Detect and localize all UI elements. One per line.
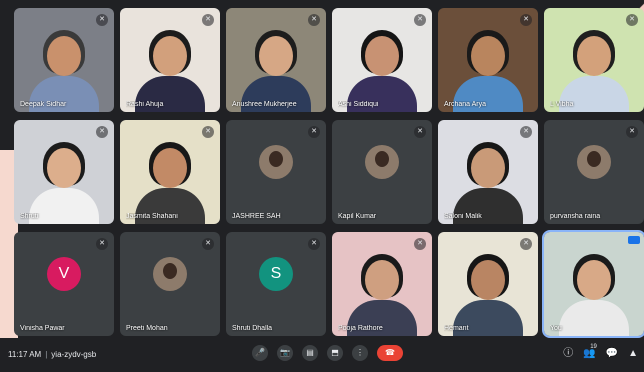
participant-name: You (550, 325, 562, 332)
mic-off-icon: ✕ (626, 126, 638, 138)
participant-name: Pooja Rathore (338, 325, 383, 332)
participant-tile[interactable]: V ✕ Vinisha Pawar (14, 232, 114, 336)
participant-avatar: V (47, 256, 81, 291)
activities-button[interactable]: ▲ (628, 347, 638, 361)
participant-name: L Vibha (550, 101, 574, 108)
meeting-info-button[interactable]: ⓘ (563, 347, 573, 361)
participant-tile[interactable]: ✕ Rashi Ahuja (120, 8, 220, 112)
participant-video (29, 136, 99, 224)
participant-tile[interactable]: ✕ Jasmita Shahani (120, 120, 220, 224)
mic-off-icon: ✕ (202, 14, 214, 26)
pin-icon[interactable] (628, 236, 640, 244)
participant-video (453, 248, 523, 336)
chat-button[interactable]: 💬 (606, 347, 618, 361)
meeting-toolbar: 11:17 AM | yia-zydv-gsb 🎤 📷 ▤ ⬒ ⋮ ☎ ⓘ 👥 19… (0, 338, 644, 372)
participant-tile[interactable]: ✕ Shruti (14, 120, 114, 224)
participant-name: Preeti Mohan (126, 325, 168, 332)
captions-button[interactable]: ▤ (302, 345, 318, 361)
participant-name: Deepak Sidhar (20, 101, 67, 108)
participant-video (347, 24, 417, 112)
mic-off-icon: ✕ (520, 14, 532, 26)
participant-avatar (259, 144, 293, 179)
present-button[interactable]: ⬒ (327, 345, 343, 361)
mic-off-icon: ✕ (202, 238, 214, 250)
participant-video (135, 24, 205, 112)
participant-avatar (153, 256, 187, 291)
mic-off-icon: ✕ (520, 126, 532, 138)
participant-name: Anushree Mukherjee (232, 101, 297, 108)
participant-video (559, 24, 629, 112)
participant-avatar: S (259, 256, 293, 291)
participant-tile[interactable]: ✕ L Vibha (544, 8, 644, 112)
participant-name: Shruti (20, 213, 39, 220)
participant-video (135, 136, 205, 224)
mic-off-icon: ✕ (308, 126, 320, 138)
participant-name: Ashi Siddiqui (338, 101, 379, 108)
participant-tile[interactable]: ✕ JASHREE SAH (226, 120, 326, 224)
mic-off-icon: ✕ (626, 14, 638, 26)
participant-tile[interactable]: ✕ Saloni Malik (438, 120, 538, 224)
participant-tile[interactable]: ✕ purvansha raina (544, 120, 644, 224)
separator: | (45, 350, 48, 359)
participant-tile[interactable]: ✕ Pooja Rathore (332, 232, 432, 336)
participant-video (453, 136, 523, 224)
participant-name: Archana Arya (444, 101, 487, 108)
side-panel-controls: ⓘ 👥 19 💬 ▲ (563, 344, 638, 361)
participant-tile[interactable]: ✕ Preeti Mohan (120, 232, 220, 336)
mic-off-icon: ✕ (414, 126, 426, 138)
participant-name: Shruti Dhalla (232, 325, 273, 332)
mic-off-icon: ✕ (96, 14, 108, 26)
participant-name: Jasmita Shahani (126, 213, 178, 220)
meeting-code: yia-zydv-gsb (51, 350, 97, 359)
participant-tile[interactable]: ✕ Kapil Kumar (332, 120, 432, 224)
mic-off-icon: ✕ (414, 238, 426, 250)
participant-avatar (577, 144, 611, 179)
participant-video (347, 248, 417, 336)
people-button[interactable]: 👥 19 (583, 344, 597, 361)
participant-name: Hemant (444, 325, 469, 332)
participant-video (29, 24, 99, 112)
participant-name: Saloni Malik (444, 213, 482, 220)
participant-tile[interactable]: ✕ Hemant (438, 232, 538, 336)
call-controls: 🎤 📷 ▤ ⬒ ⋮ ☎ (252, 345, 403, 361)
participant-name: Vinisha Pawar (20, 325, 65, 332)
mic-off-icon: ✕ (308, 14, 320, 26)
participant-name: JASHREE SAH (232, 213, 281, 220)
participant-grid: ✕ Deepak Sidhar ✕ Rashi Ahuja ✕ Anushree Mukh… (14, 8, 644, 338)
more-options-button[interactable]: ⋮ (352, 345, 368, 361)
mic-off-icon: ✕ (308, 238, 320, 250)
participant-avatar (365, 144, 399, 179)
people-count: 19 (590, 344, 597, 350)
participant-tile[interactable]: You (542, 230, 644, 338)
participant-tile[interactable]: ✕ Archana Arya (438, 8, 538, 112)
participant-tile[interactable]: S ✕ Shruti Dhalla (226, 232, 326, 336)
meeting-time: 11:17 AM (8, 350, 42, 359)
mic-button[interactable]: 🎤 (252, 345, 268, 361)
participant-tile[interactable]: ✕ Ashi Siddiqui (332, 8, 432, 112)
participant-tile[interactable]: ✕ Anushree Mukherjee (226, 8, 326, 112)
participant-name: Rashi Ahuja (126, 101, 164, 108)
mic-off-icon: ✕ (414, 14, 426, 26)
mic-off-icon: ✕ (202, 126, 214, 138)
mic-off-icon: ✕ (520, 238, 532, 250)
end-call-button[interactable]: ☎ (377, 345, 403, 361)
mic-off-icon: ✕ (96, 126, 108, 138)
participant-tile[interactable]: ✕ Deepak Sidhar (14, 8, 114, 112)
participant-video (241, 24, 311, 112)
meeting-details: 11:17 AM | yia-zydv-gsb (8, 350, 96, 359)
participant-video (559, 248, 629, 336)
mic-off-icon: ✕ (96, 238, 108, 250)
participant-name: Kapil Kumar (338, 213, 377, 220)
participant-video (453, 24, 523, 112)
participant-name: purvansha raina (550, 213, 601, 220)
camera-button[interactable]: 📷 (277, 345, 293, 361)
